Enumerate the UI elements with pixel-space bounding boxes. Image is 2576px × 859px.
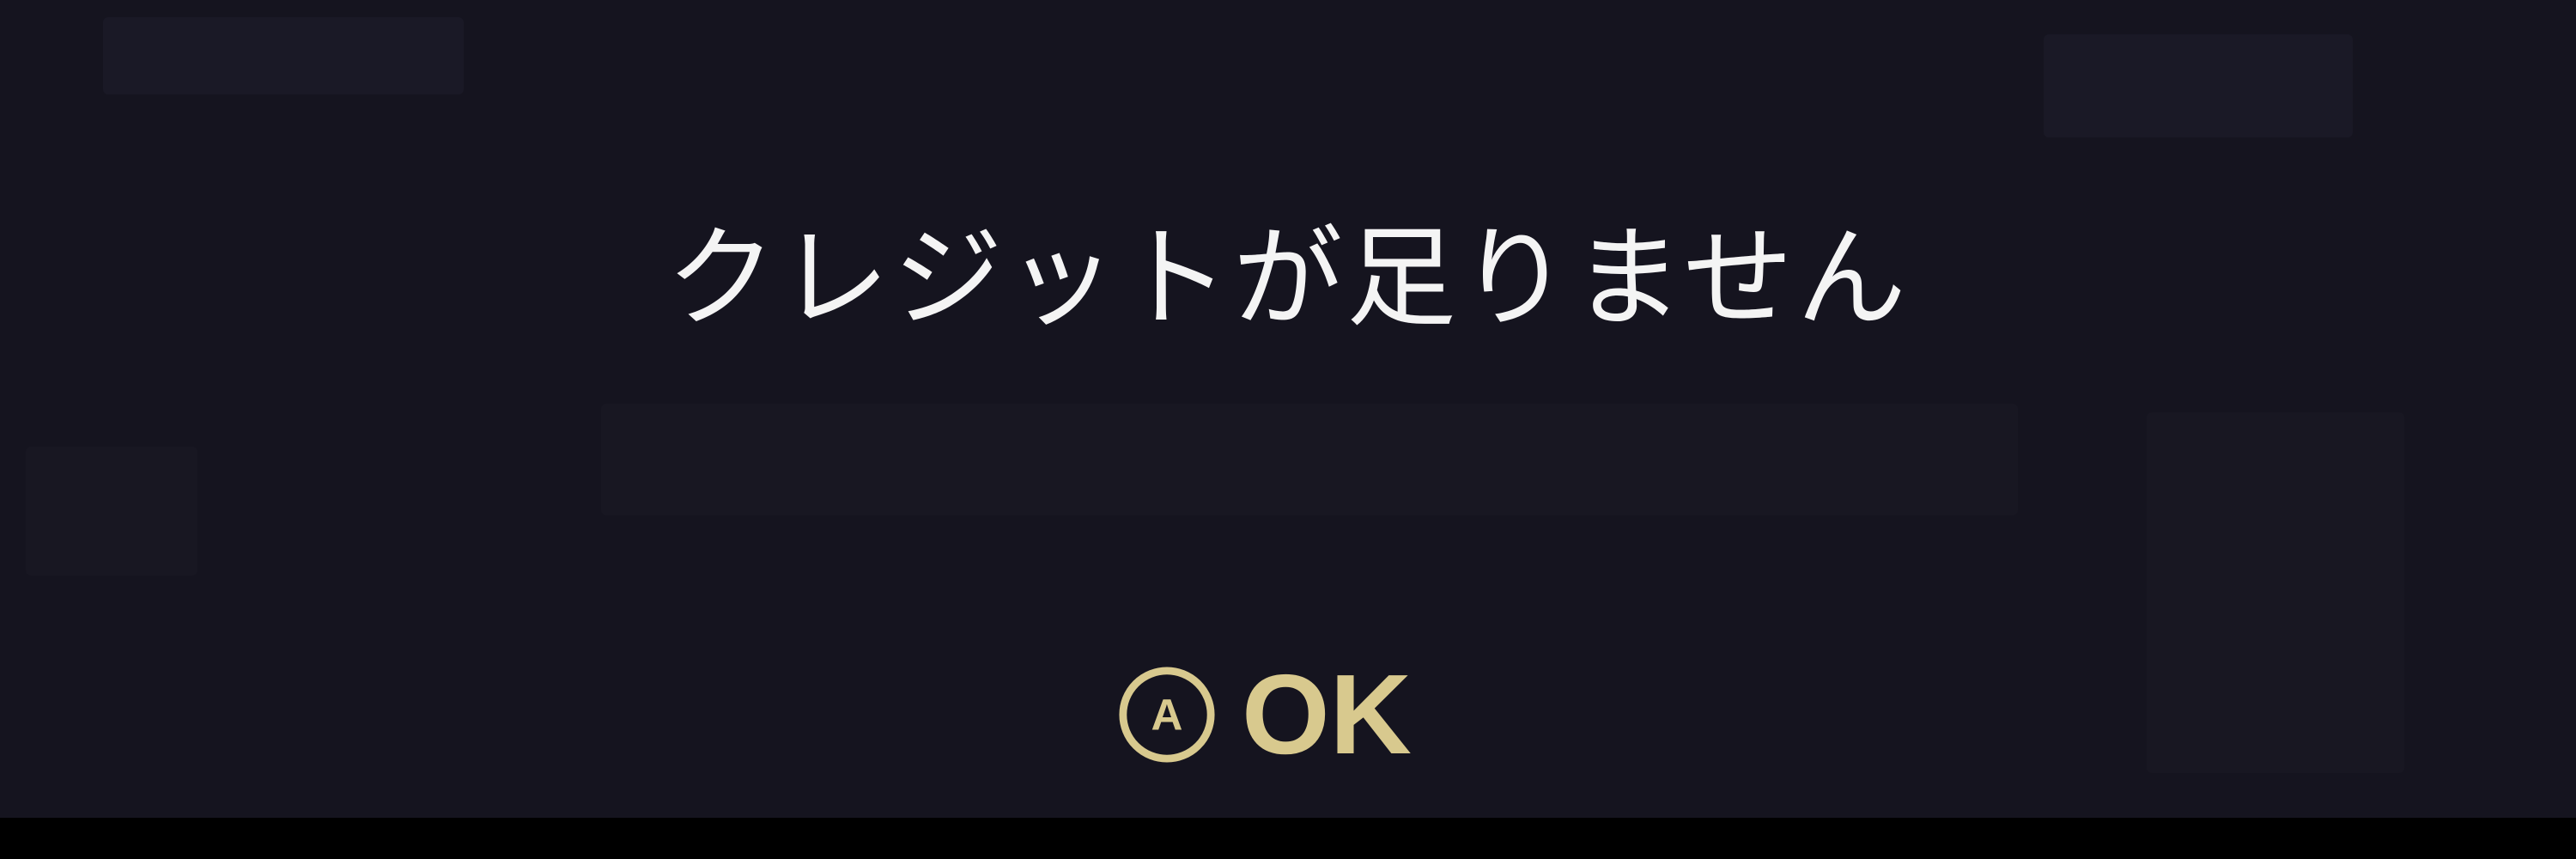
dialog-message: クレジットが足りません (665, 215, 1911, 343)
background-ui-remnant (2044, 34, 2353, 137)
a-button-icon: A (1119, 667, 1215, 763)
game-screen: クレジットが足りません A OK (0, 0, 2576, 859)
background-ui-remnant (103, 17, 464, 94)
a-button-glyph: A (1151, 691, 1183, 740)
letterbox-bar (0, 818, 2576, 859)
insufficient-credits-dialog: クレジットが足りません A OK (0, 0, 2576, 818)
background-ui-remnant (26, 447, 197, 576)
ok-button[interactable]: A OK (1116, 646, 1412, 783)
background-ui-remnant (601, 404, 2018, 515)
background-ui-remnant (2147, 412, 2404, 773)
ok-label: OK (1242, 651, 1412, 777)
